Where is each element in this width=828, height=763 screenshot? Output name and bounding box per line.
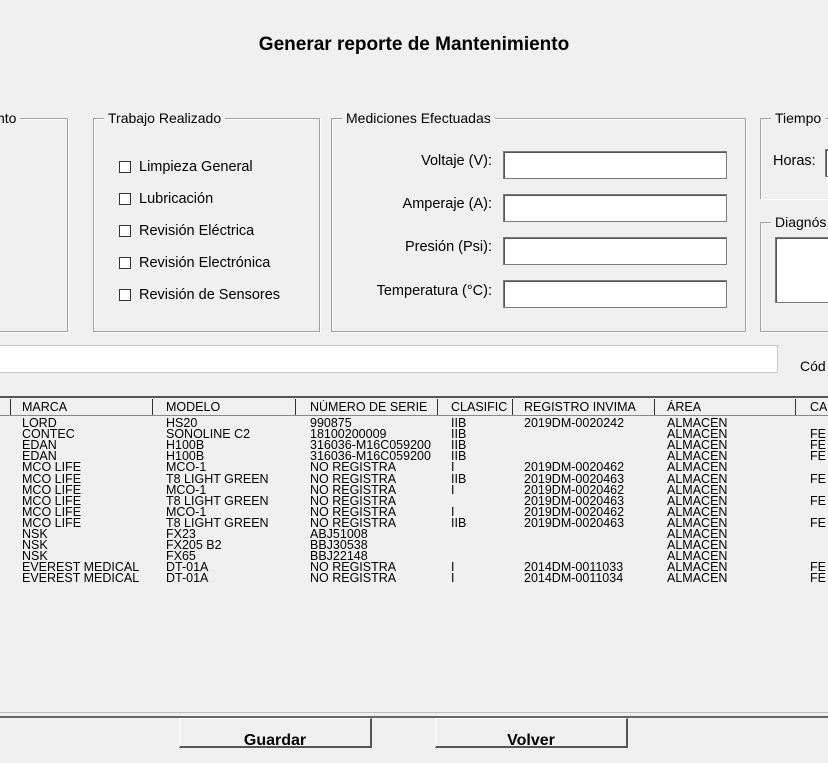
table-cell[interactable]: FE	[810, 572, 828, 585]
column-separator	[295, 399, 296, 415]
checkbox-label: Lubricación	[139, 191, 214, 207]
group-tiempo: Tiempo Horas:	[760, 110, 828, 199]
table-cell[interactable]: 2014DM-0011034	[524, 572, 650, 585]
column-header-marca[interactable]: MARCA	[22, 400, 152, 415]
column-header-registro-invima[interactable]: REGISTRO INVIMA	[524, 400, 650, 415]
checkbox-label: Revisión de Sensores	[139, 287, 281, 303]
table-cell[interactable]: DT-01A	[166, 572, 294, 585]
checkbox-box[interactable]	[119, 257, 131, 269]
tiempo-legend: Tiempo	[771, 110, 826, 126]
table-top-border	[0, 396, 828, 398]
codigo-label: Cód	[800, 358, 826, 374]
column-separator	[795, 399, 796, 415]
column-header-area[interactable]: ÁREA	[667, 400, 791, 415]
checkbox-box[interactable]	[119, 225, 131, 237]
voltaje-input[interactable]	[503, 151, 727, 179]
temperatura-input[interactable]	[503, 280, 727, 308]
table-cell[interactable]: I	[451, 572, 511, 585]
diagnostico-textarea[interactable]	[775, 237, 828, 303]
table-cell[interactable]: ALMACÉN	[667, 572, 791, 585]
group-left: nto	[0, 110, 68, 332]
checkbox-label: Revisión Eléctrica	[139, 223, 255, 239]
mediciones-legend: Mediciones Efectuadas	[342, 110, 495, 126]
horizontal-scrollbar[interactable]	[0, 712, 828, 718]
checkbox-label: Revisión Electrónica	[139, 255, 271, 271]
temperatura-label: Temperatura (°C):	[376, 283, 492, 299]
checkbox-revision-electronica[interactable]: Revisión Electrónica	[119, 255, 270, 271]
group-mediciones: Mediciones Efectuadas Voltaje (V): Amper…	[331, 110, 746, 332]
equipment-table[interactable]: MARCA MODELO NÚMERO DE SERIE CLASIFIC RE…	[0, 396, 828, 738]
presion-label: Presión (Psi):	[404, 239, 492, 255]
column-separator	[512, 399, 513, 415]
group-diagnostico: Diagnós	[760, 214, 828, 332]
amperaje-input[interactable]	[503, 194, 727, 222]
page-title: Generar reporte de Mantenimiento	[258, 34, 570, 55]
column-separator	[437, 399, 438, 415]
table-cell[interactable]: EVEREST MEDICAL	[22, 572, 152, 585]
group-trabajo-realizado: Trabajo Realizado Limpieza General Lubri…	[93, 110, 320, 332]
presion-input[interactable]	[503, 237, 727, 265]
column-header-ca[interactable]: CA	[810, 400, 828, 415]
column-header-numero-serie[interactable]: NÚMERO DE SERIE	[310, 400, 436, 415]
checkbox-box[interactable]	[119, 161, 131, 173]
column-separator	[10, 399, 11, 415]
column-separator	[654, 399, 655, 415]
checkbox-box[interactable]	[119, 193, 131, 205]
checkbox-revision-sensores[interactable]: Revisión de Sensores	[119, 287, 280, 303]
checkbox-box[interactable]	[119, 289, 131, 301]
checkbox-lubricacion[interactable]: Lubricación	[119, 191, 213, 207]
column-header-modelo[interactable]: MODELO	[166, 400, 294, 415]
voltaje-label: Voltaje (V):	[421, 153, 492, 169]
column-separator	[152, 399, 153, 415]
horas-label: Horas:	[773, 153, 816, 169]
table-cell[interactable]: NO REGISTRA	[310, 572, 436, 585]
trabajo-legend: Trabajo Realizado	[104, 110, 226, 126]
header-underline	[0, 415, 828, 416]
amperaje-label: Amperaje (A):	[402, 196, 492, 212]
checkbox-limpieza-general[interactable]: Limpieza General	[119, 159, 253, 175]
group-left-legend: nto	[0, 110, 21, 126]
checkbox-label: Limpieza General	[139, 159, 253, 175]
diagnostico-legend: Diagnós	[771, 214, 828, 230]
checkbox-revision-electrica[interactable]: Revisión Eléctrica	[119, 223, 254, 239]
column-header-clasificacion[interactable]: CLASIFIC	[451, 400, 511, 415]
search-input[interactable]	[0, 345, 778, 373]
